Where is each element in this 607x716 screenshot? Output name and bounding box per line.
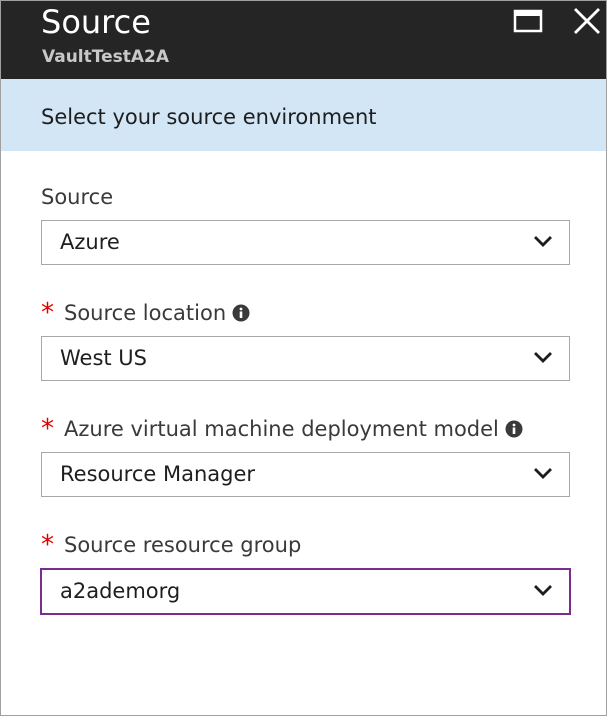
deployment-model-label-text: Azure virtual machine deployment model: [64, 417, 499, 441]
instruction-banner: Select your source environment: [1, 79, 606, 151]
source-location-select-value: West US: [60, 346, 148, 370]
resource-group-select[interactable]: a2ademorg: [40, 568, 571, 615]
chevron-down-icon: [533, 584, 553, 598]
chevron-down-icon: [533, 351, 553, 365]
blade-title: Source: [41, 3, 151, 41]
chevron-down-icon: [533, 235, 553, 249]
source-location-select[interactable]: West US: [41, 336, 570, 381]
info-icon[interactable]: [232, 304, 250, 322]
source-select[interactable]: Azure: [41, 220, 570, 265]
deployment-model-select-value: Resource Manager: [60, 462, 256, 486]
resource-group-select-value: a2ademorg: [60, 579, 181, 603]
source-blade: Source VaultTestA2A Select your source e…: [0, 0, 607, 716]
source-location-label: * Source location: [41, 299, 250, 327]
source-select-value: Azure: [60, 230, 120, 254]
maximize-button[interactable]: [511, 5, 545, 39]
deployment-model-select[interactable]: Resource Manager: [41, 452, 570, 497]
source-label-text: Source: [41, 185, 114, 209]
source-location-label-text: Source location: [64, 301, 227, 325]
source-label: Source: [41, 183, 113, 211]
deployment-model-label: * Azure virtual machine deployment model: [41, 415, 523, 443]
required-marker: *: [41, 414, 54, 444]
maximize-icon: [513, 9, 543, 33]
required-marker: *: [41, 530, 54, 560]
blade-header: Source VaultTestA2A: [1, 1, 606, 79]
resource-group-label-text: Source resource group: [64, 533, 302, 557]
close-icon: [574, 8, 600, 34]
blade-subtitle: VaultTestA2A: [42, 47, 170, 67]
info-icon[interactable]: [505, 420, 523, 438]
close-button[interactable]: [569, 5, 603, 39]
required-marker: *: [41, 298, 54, 328]
chevron-down-icon: [533, 467, 553, 481]
banner-text: Select your source environment: [41, 105, 377, 129]
resource-group-label: * Source resource group: [41, 531, 301, 559]
